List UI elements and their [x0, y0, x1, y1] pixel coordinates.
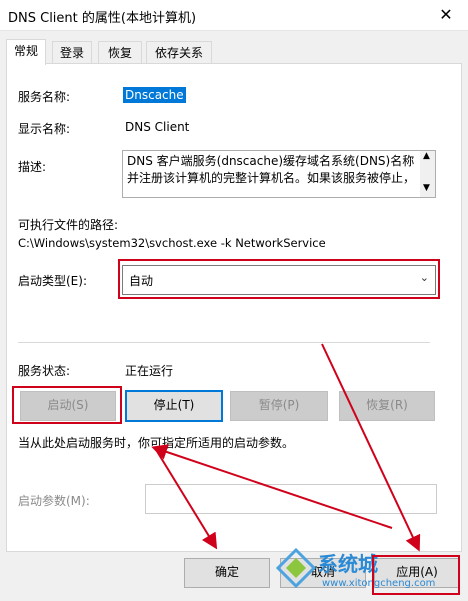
- annotation-arrows: [151, 343, 421, 552]
- tab-general[interactable]: 常规: [6, 39, 46, 65]
